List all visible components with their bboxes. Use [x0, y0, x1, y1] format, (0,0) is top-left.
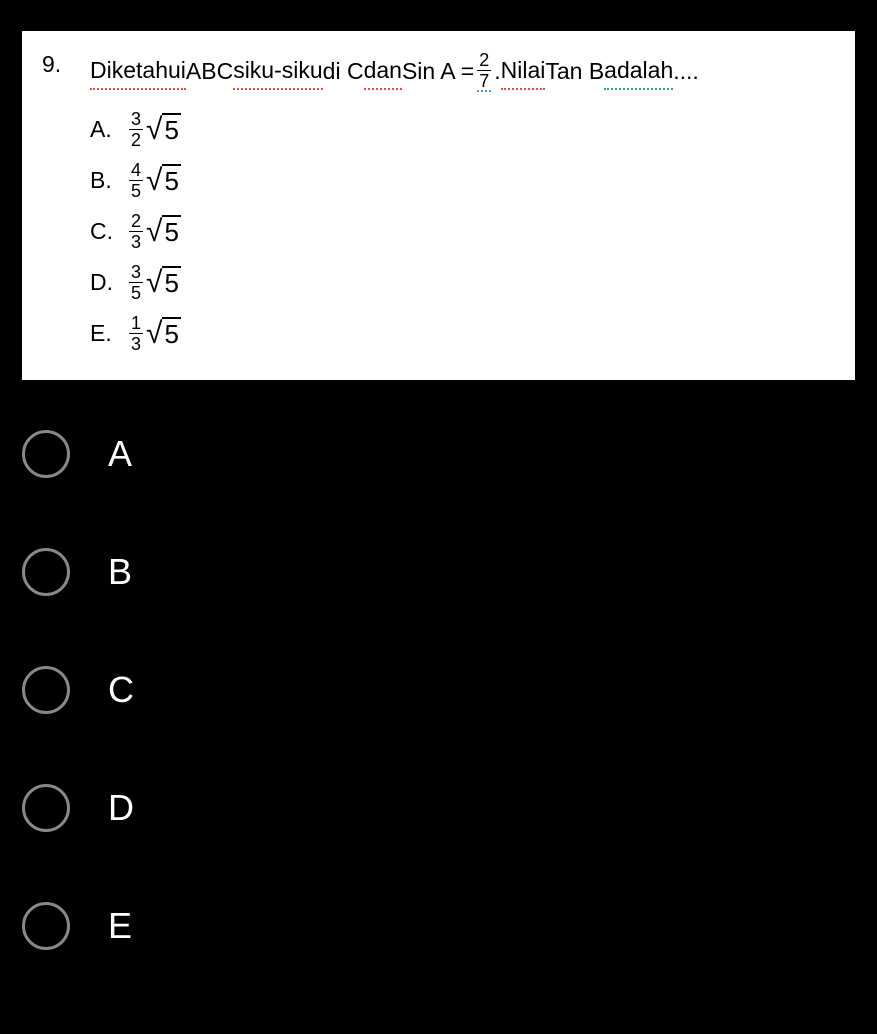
sqrt-symbol: √: [146, 215, 162, 249]
sqrt-symbol: √: [146, 164, 162, 198]
option-fraction: 3 5: [129, 263, 143, 302]
answer-option-d[interactable]: D: [22, 784, 877, 832]
radio-icon: [22, 548, 70, 596]
fraction-numerator: 1: [129, 314, 143, 333]
sqrt-symbol: √: [146, 317, 162, 351]
sqrt-value: 5: [162, 164, 180, 197]
sqrt-value: 5: [162, 266, 180, 299]
sqrt-symbol: √: [146, 266, 162, 300]
question-text-part: di C: [323, 54, 364, 89]
word-nilai: Nilai: [501, 53, 546, 90]
option-fraction: 1 3: [129, 314, 143, 353]
option-fraction: 4 5: [129, 161, 143, 200]
sqrt-expression: √ 5: [146, 164, 181, 198]
radio-icon: [22, 666, 70, 714]
answer-option-e[interactable]: E: [22, 902, 877, 950]
fraction-sin-a: 2 7: [477, 51, 491, 92]
fraction-numerator: 3: [129, 263, 143, 282]
option-fraction: 3 2: [129, 110, 143, 149]
radio-icon: [22, 430, 70, 478]
option-letter: E.: [90, 320, 114, 347]
sqrt-expression: √ 5: [146, 317, 181, 351]
answer-label: D: [108, 787, 134, 829]
fraction-numerator: 4: [129, 161, 143, 180]
answer-label: B: [108, 551, 132, 593]
question-text: Diketahui ABC siku-siku di C dan Sin A =…: [90, 51, 699, 92]
fraction-numerator: 2: [477, 51, 491, 70]
sqrt-expression: √ 5: [146, 113, 181, 147]
sqrt-value: 5: [162, 317, 180, 350]
answer-options-list: A B C D E: [22, 430, 877, 950]
fraction-numerator: 3: [129, 110, 143, 129]
answer-label: A: [108, 433, 132, 475]
answer-option-a[interactable]: A: [22, 430, 877, 478]
answer-label: E: [108, 905, 132, 947]
sqrt-expression: √ 5: [146, 215, 181, 249]
fraction-denominator: 5: [129, 282, 143, 302]
image-option: A. 3 2 √ 5: [90, 110, 835, 149]
sqrt-value: 5: [162, 215, 180, 248]
question-image-panel: 9. Diketahui ABC siku-siku di C dan Sin …: [22, 31, 855, 380]
option-letter: D.: [90, 269, 114, 296]
answer-option-b[interactable]: B: [22, 548, 877, 596]
image-option: B. 4 5 √ 5: [90, 161, 835, 200]
image-option: D. 3 5 √ 5: [90, 263, 835, 302]
sqrt-symbol: √: [146, 113, 162, 147]
radio-icon: [22, 902, 70, 950]
word-dan: dan: [364, 53, 402, 90]
image-options-list: A. 3 2 √ 5 B. 4 5 √ 5 C. 2: [90, 110, 835, 353]
word-adalah: adalah: [604, 53, 673, 90]
question-number: 9.: [42, 51, 72, 78]
fraction-denominator: 2: [129, 129, 143, 149]
option-letter: C.: [90, 218, 114, 245]
option-letter: A.: [90, 116, 114, 143]
radio-icon: [22, 784, 70, 832]
answer-label: C: [108, 669, 134, 711]
option-fraction: 2 3: [129, 212, 143, 251]
fraction-denominator: 7: [477, 70, 491, 92]
question-text-part: Tan B: [545, 54, 604, 89]
word-diketahui: Diketahui: [90, 53, 186, 90]
fraction-denominator: 3: [129, 231, 143, 251]
answer-option-c[interactable]: C: [22, 666, 877, 714]
option-letter: B.: [90, 167, 114, 194]
image-option: C. 2 3 √ 5: [90, 212, 835, 251]
word-siku-siku: siku-siku: [233, 53, 322, 90]
question-text-part: ....: [673, 54, 699, 89]
question-text-part: ABC: [186, 54, 233, 89]
fraction-numerator: 2: [129, 212, 143, 231]
sqrt-value: 5: [162, 113, 180, 146]
question-text-part: Sin A =: [402, 54, 474, 89]
image-option: E. 1 3 √ 5: [90, 314, 835, 353]
fraction-denominator: 3: [129, 333, 143, 353]
fraction-denominator: 5: [129, 180, 143, 200]
question-text-row: 9. Diketahui ABC siku-siku di C dan Sin …: [42, 51, 835, 92]
sqrt-expression: √ 5: [146, 266, 181, 300]
